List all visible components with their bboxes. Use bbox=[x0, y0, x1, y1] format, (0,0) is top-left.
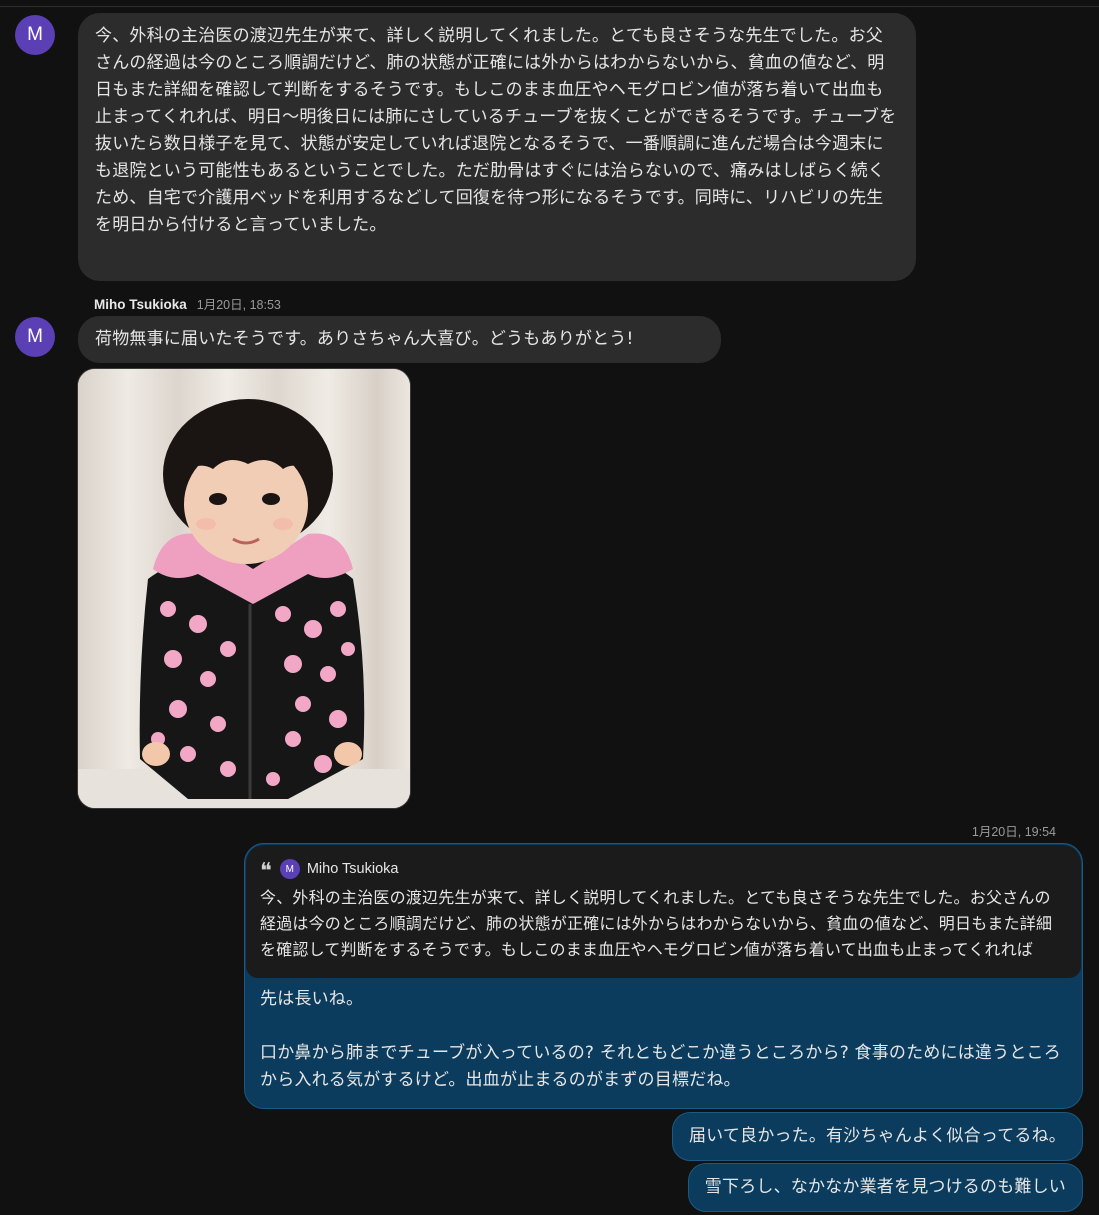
message-sender-line: Miho Tsukioka 1月20日, 18:53 bbox=[94, 294, 281, 313]
message-text: 雪下ろし、なかなか業者を見つけるのも難しい bbox=[704, 1177, 1066, 1197]
quote-sender-name: Miho Tsukioka bbox=[306, 861, 399, 877]
message-text: 今、外科の主治医の渡辺先生が来て、詳しく説明してくれました。とても良さそうな先生… bbox=[95, 26, 897, 235]
avatar: M bbox=[279, 859, 300, 879]
avatar[interactable]: M bbox=[15, 15, 55, 55]
quote-header: ❝ M Miho Tsukioka bbox=[260, 857, 1065, 884]
outgoing-reply-bubble[interactable]: ❝ M Miho Tsukioka 今、外科の主治医の渡辺先生が来て、詳しく説明… bbox=[244, 843, 1083, 1109]
message-text: 荷物無事に届いたそうです。ありさちゃん大喜び。どうもありがとう! bbox=[95, 329, 634, 349]
message-text: 先は長いね。 口か鼻から肺までチューブが入っているの? それともどこか違うところ… bbox=[260, 989, 1061, 1090]
chat-view: M 今、外科の主治医の渡辺先生が来て、詳しく説明してくれました。とても良さそうな… bbox=[0, 0, 1099, 1215]
top-divider bbox=[0, 0, 1099, 7]
outgoing-message-bubble[interactable]: 雪下ろし、なかなか業者を見つけるのも難しい bbox=[687, 1163, 1083, 1212]
quote-icon: ❝ bbox=[260, 859, 272, 884]
image-attachment[interactable] bbox=[77, 368, 411, 809]
incoming-message-bubble[interactable]: 荷物無事に届いたそうです。ありさちゃん大喜び。どうもありがとう! bbox=[78, 316, 721, 363]
quoted-message[interactable]: ❝ M Miho Tsukioka 今、外科の主治医の渡辺先生が来て、詳しく説明… bbox=[246, 845, 1081, 978]
avatar[interactable]: M bbox=[15, 317, 55, 357]
message-timestamp: 1月20日, 18:53 bbox=[196, 298, 281, 312]
outgoing-message-bubble[interactable]: 届いて良かった。有沙ちゃんよく似合ってるね。 bbox=[671, 1112, 1083, 1161]
message-text: 届いて良かった。有沙ちゃんよく似合ってるね。 bbox=[688, 1126, 1066, 1146]
incoming-message-bubble[interactable]: 今、外科の主治医の渡辺先生が来て、詳しく説明してくれました。とても良さそうな先生… bbox=[78, 13, 916, 281]
quote-text: 今、外科の主治医の渡辺先生が来て、詳しく説明してくれました。とても良さそうな先生… bbox=[260, 888, 1053, 959]
photo-of-child bbox=[78, 369, 410, 808]
message-timestamp: 1月20日, 19:54 bbox=[971, 825, 1056, 839]
sender-name: Miho Tsukioka bbox=[94, 297, 187, 312]
